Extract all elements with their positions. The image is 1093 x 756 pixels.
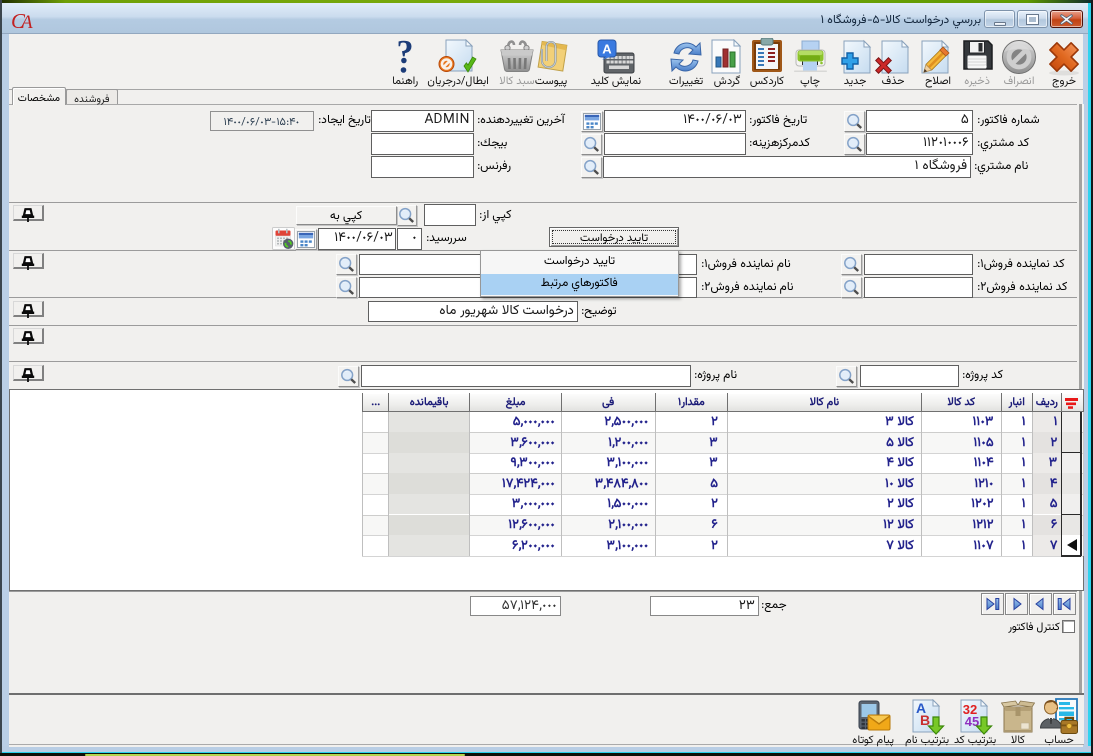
svg-text:?: ? <box>397 37 414 71</box>
svg-text:A: A <box>602 42 612 57</box>
